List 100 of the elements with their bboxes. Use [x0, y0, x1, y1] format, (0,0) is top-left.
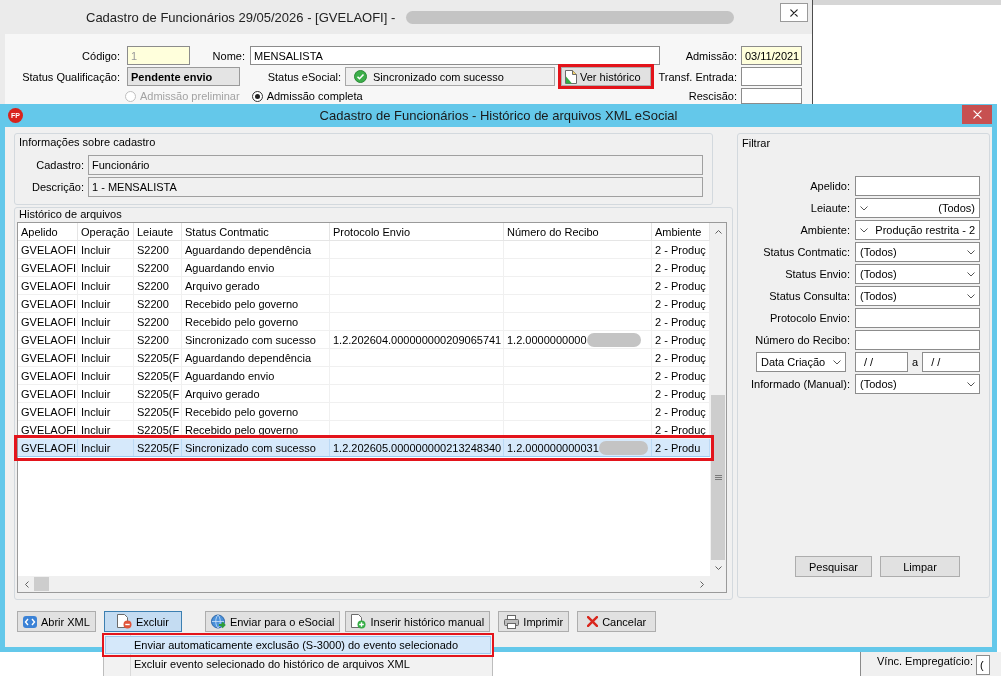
table-cell: S2205(F — [137, 441, 180, 454]
toolbar-button[interactable]: Cancelar — [577, 611, 657, 632]
table-row[interactable]: GVELAOFI Incluir S2205(F Aguardando envio 2 - Produç — [18, 367, 710, 385]
table-cell: Aguardando envio — [185, 261, 275, 274]
text-field[interactable]: Funcionário — [88, 155, 703, 175]
scrollbar-thumb[interactable] — [711, 395, 725, 560]
table-row[interactable]: GVELAOFI Incluir S2200 Arquivo gerado 2 - Produç — [18, 277, 710, 295]
column-header[interactable]: Apelido — [18, 223, 78, 240]
dropdown[interactable]: (Todos) — [855, 286, 980, 306]
column-header[interactable]: Protocolo Envio — [330, 223, 504, 240]
text-field[interactable]: MENSALISTA — [250, 46, 660, 65]
table-cell: S2205(F — [137, 405, 180, 418]
table-cell: Incluir — [81, 441, 111, 454]
toolbar-button[interactable]: Imprimir — [498, 611, 570, 632]
menu-item[interactable]: Excluir evento selecionado do histórico de arquivos XML — [105, 655, 491, 673]
scrollbar-thumb[interactable] — [34, 577, 49, 591]
column-header[interactable]: Status Contmatic — [182, 223, 330, 240]
vertical-scrollbar[interactable] — [710, 223, 726, 576]
table-cell: GVELAOFI — [21, 351, 77, 364]
column-header[interactable]: Leiaute — [134, 223, 182, 240]
date-field[interactable]: / / — [922, 352, 980, 372]
field-label: Vínc. Empregatício: — [877, 655, 973, 667]
dropdown[interactable]: (Todos) — [855, 374, 980, 394]
table-cell: 2 - Produç — [655, 369, 706, 382]
table-row[interactable]: GVELAOFI Incluir S2200 Aguardando dependência 2 - Produç — [18, 241, 710, 259]
table-cell: Incluir — [81, 369, 111, 382]
toolbar-button[interactable]: Enviar para o eSocial — [204, 611, 341, 632]
range-separator: a — [912, 356, 919, 368]
history-button[interactable]: Ver histórico — [558, 64, 654, 89]
text-field[interactable] — [855, 176, 980, 196]
text-field[interactable] — [741, 88, 802, 104]
chevron-down-icon — [833, 359, 841, 365]
table-cell: GVELAOFI — [21, 441, 77, 454]
table-row[interactable]: GVELAOFI Incluir S2205(F Arquivo gerado 2 - Produç — [18, 385, 710, 403]
dropdown[interactable]: (Todos) — [855, 242, 980, 262]
document-plus-icon — [351, 614, 367, 629]
table-row[interactable]: GVELAOFI Incluir S2200 Sincronizado com sucesso 1.2.202604.000000000209065741 1.2.0000000000 2 - Produç — [18, 331, 710, 349]
chevron-down-icon — [967, 381, 975, 387]
table-cell: S2200 — [137, 333, 169, 346]
field-label: Descrição: — [32, 181, 84, 193]
chevron-right-icon — [699, 580, 705, 588]
table-cell: Recebido pelo governo — [185, 315, 299, 328]
table-row[interactable]: GVELAOFI Incluir S2200 Aguardando envio 2 - Produç — [18, 259, 710, 277]
text-field[interactable] — [855, 308, 980, 328]
search-button[interactable]: Pesquisar — [795, 556, 872, 577]
table-row[interactable]: GVELAOFI Incluir S2205(F Recebido pelo governo 2 - Produç — [18, 403, 710, 421]
table-row[interactable]: GVELAOFI Incluir S2205(F Aguardando dependência 2 - Produç — [18, 349, 710, 367]
text-field[interactable]: ( — [976, 655, 990, 675]
table-cell: 2 - Produç — [655, 351, 706, 364]
date-field[interactable]: 03/11/2021 — [741, 46, 802, 65]
field-label: Status Contmatic: — [763, 246, 850, 258]
table-cell: Incluir — [81, 405, 111, 418]
table-cell: Incluir — [81, 279, 111, 292]
table-cell: S2200 — [137, 279, 169, 292]
field-label: Leiaute: — [810, 202, 850, 214]
radio-option[interactable]: Admissão completa — [251, 90, 363, 102]
printer-icon — [504, 614, 520, 629]
table-row[interactable]: GVELAOFI Incluir S2200 Recebido pelo governo 2 - Produç — [18, 295, 710, 313]
dropdown[interactable]: Produção restrita - 2 — [855, 220, 980, 240]
table-cell: S2205(F — [137, 423, 180, 436]
table-cell: GVELAOFI — [21, 369, 77, 382]
table-cell: 2 - Produç — [655, 405, 706, 418]
field-label: Status eSocial: — [267, 70, 341, 83]
table-cell: Incluir — [81, 387, 111, 400]
table-cell: S2200 — [137, 297, 169, 310]
document-icon — [565, 69, 577, 84]
text-field[interactable] — [855, 330, 980, 350]
column-header[interactable]: Número do Recibo — [504, 223, 652, 240]
dropdown[interactable]: Data Criação — [756, 352, 846, 372]
toolbar-button[interactable]: Inserir histórico manual — [345, 611, 491, 632]
table-cell: Aguardando dependência — [185, 243, 311, 256]
column-header[interactable]: Operação — [78, 223, 134, 240]
table-cell: GVELAOFI — [21, 315, 77, 328]
text-field[interactable] — [741, 67, 802, 86]
table-cell: GVELAOFI — [21, 261, 77, 274]
field-label: Informado (Manual): — [750, 378, 850, 390]
table-cell: GVELAOFI — [21, 279, 77, 292]
column-header[interactable]: Ambiente — [652, 223, 710, 240]
table-cell: S2205(F — [137, 351, 180, 364]
toolbar-button[interactable]: Excluir — [103, 611, 182, 632]
date-field[interactable]: / / — [855, 352, 908, 372]
grip-icon — [714, 475, 722, 480]
close-button[interactable] — [962, 105, 992, 124]
field-label: Status Consulta: — [769, 290, 850, 302]
table-cell: Sincronizado com sucesso — [185, 441, 316, 454]
table-cell: 2 - Produç — [655, 243, 706, 256]
table-cell: Incluir — [81, 297, 111, 310]
table-row[interactable]: GVELAOFI Incluir S2200 Recebido pelo governo 2 - Produç — [18, 313, 710, 331]
horizontal-scrollbar[interactable] — [18, 576, 710, 592]
dropdown[interactable]: (Todos) — [855, 264, 980, 284]
field-label: Transf. Entrada: — [658, 70, 737, 83]
field-label: Status Envio: — [785, 268, 850, 280]
close-button[interactable] — [780, 3, 808, 22]
clear-button[interactable]: Limpar — [880, 556, 960, 577]
table-cell: 1.2.000000000031 — [507, 441, 599, 454]
menu-item[interactable]: Enviar automaticamente exclusão (S-3000) do evento selecionado — [105, 636, 491, 654]
table-cell: 1.2.202605.000000000213248340 — [333, 441, 502, 454]
toolbar-button[interactable]: Abrir XML — [17, 611, 96, 632]
dropdown[interactable]: (Todos) — [855, 198, 980, 218]
text-field[interactable]: 1 - MENSALISTA — [88, 177, 703, 197]
